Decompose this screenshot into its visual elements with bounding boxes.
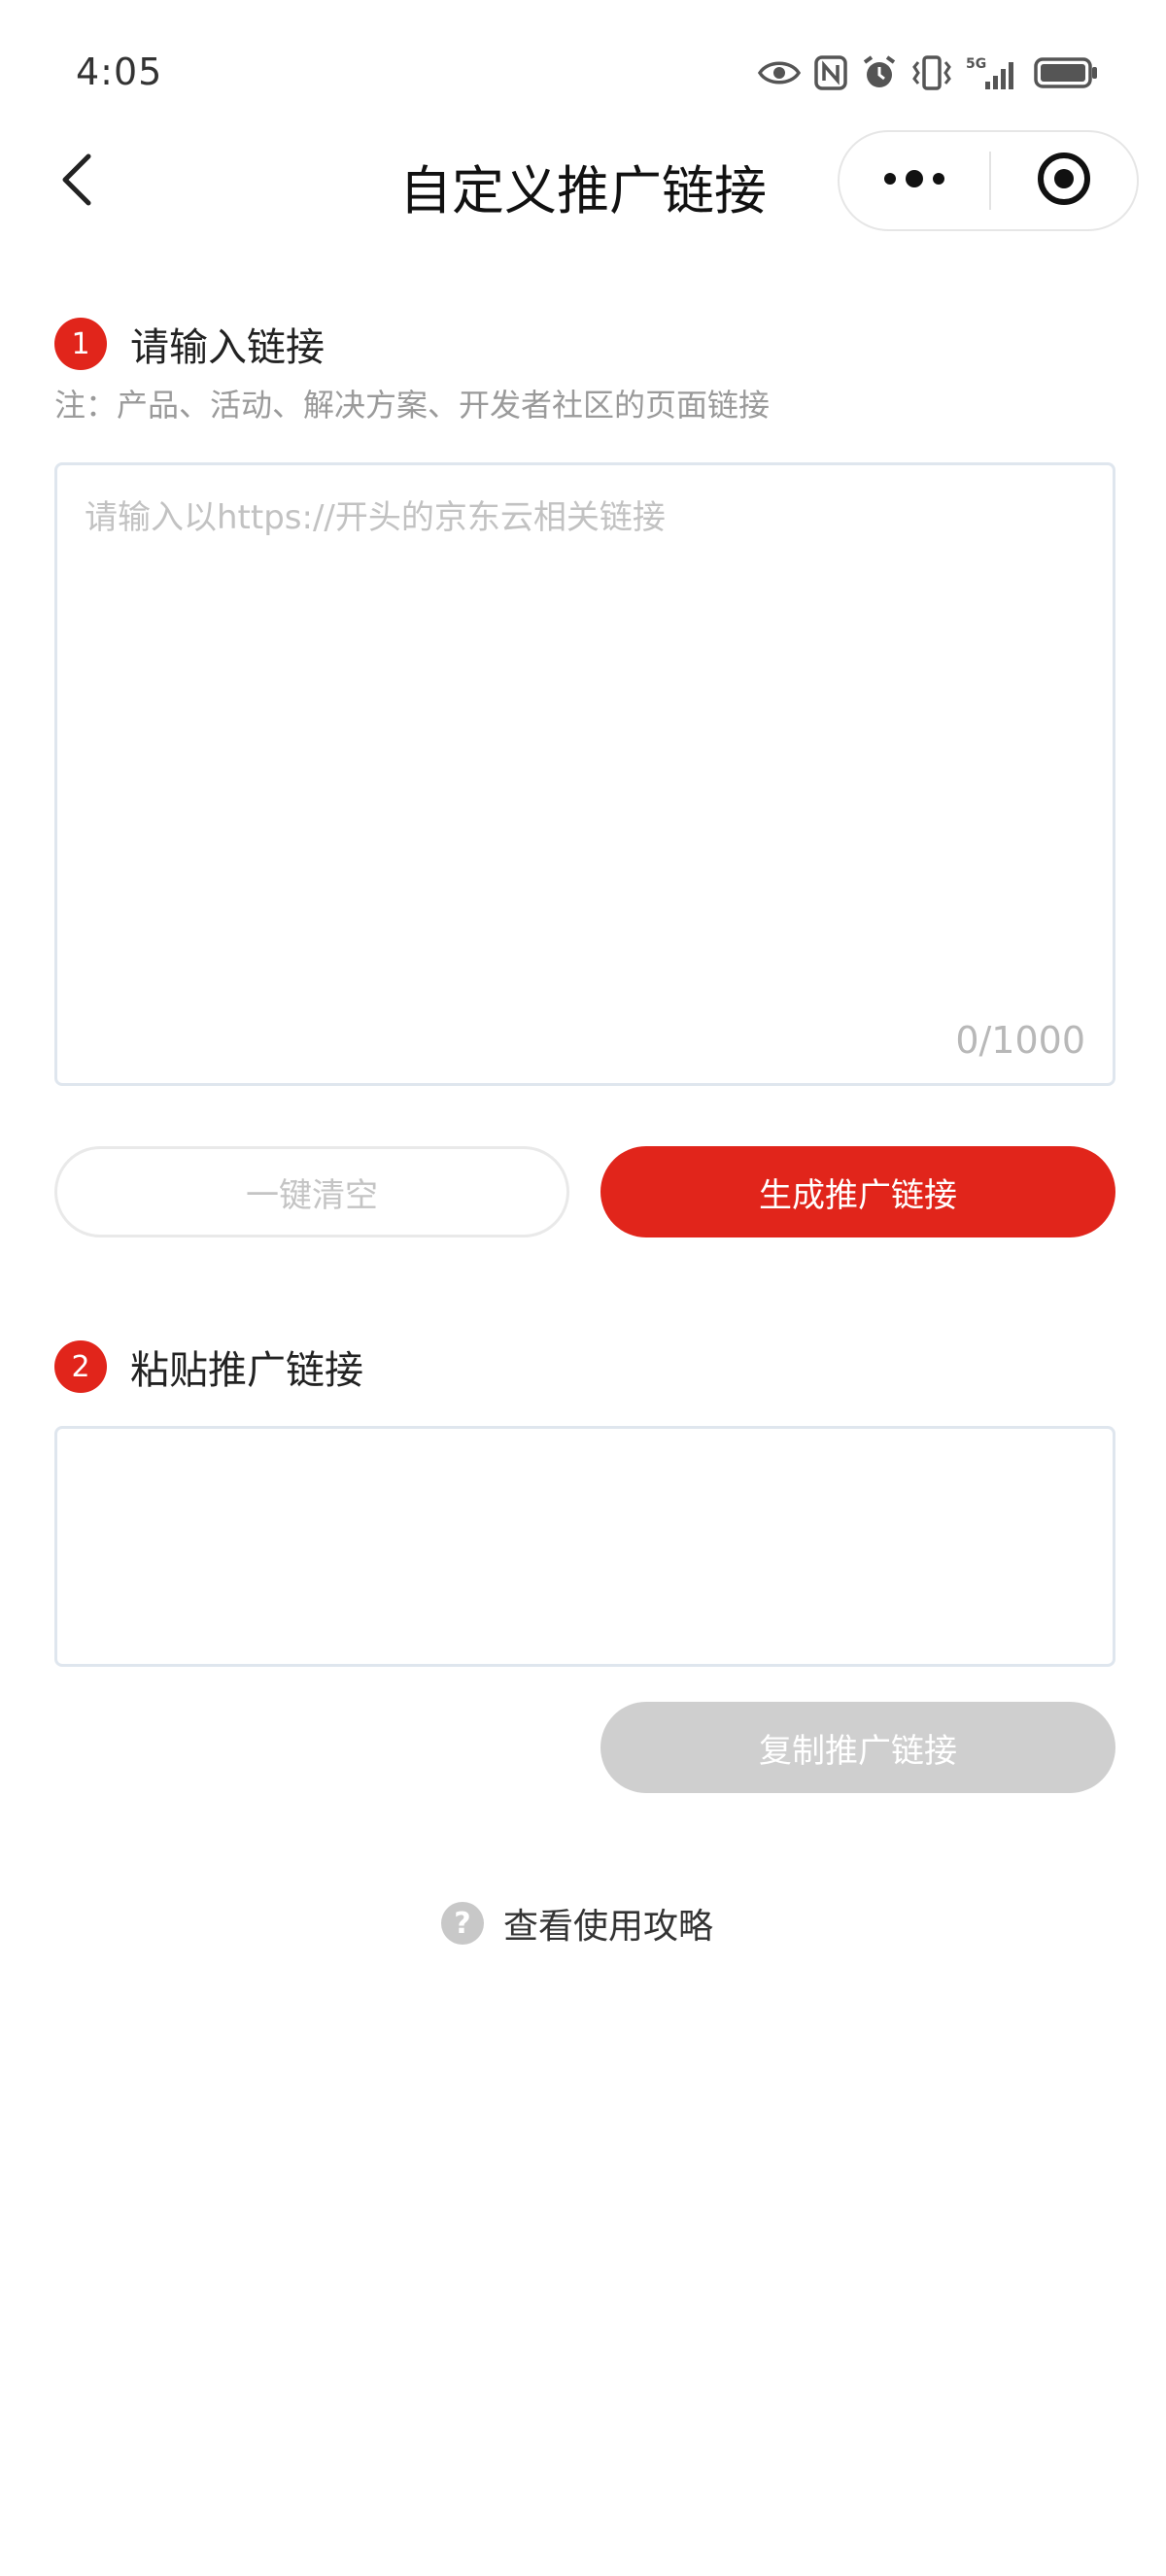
step2-badge: 2	[54, 1340, 107, 1393]
eye-icon	[758, 58, 801, 87]
target-close-icon	[1035, 150, 1093, 212]
mini-program-capsule	[838, 130, 1139, 231]
generate-link-button[interactable]: 生成推广链接	[600, 1146, 1115, 1237]
close-mini-program-button[interactable]	[991, 132, 1137, 229]
link-input[interactable]: 请输入以https://开头的京东云相关链接 0/1000	[54, 462, 1115, 1086]
nav-bar: 自定义推广链接	[0, 126, 1166, 233]
promo-link-output[interactable]	[54, 1426, 1115, 1667]
alarm-icon	[861, 54, 898, 91]
vibrate-icon	[911, 54, 952, 91]
step1-note: 注：产品、活动、解决方案、开发者社区的页面链接	[54, 387, 771, 424]
copy-link-button[interactable]: 复制推广链接	[600, 1702, 1115, 1793]
usage-guide-link[interactable]: ? 查看使用攻略	[441, 1898, 713, 1949]
step1-badge: 1	[54, 318, 107, 370]
more-button[interactable]	[840, 132, 989, 229]
signal-5g-icon: 5G	[966, 54, 1020, 91]
battery-icon	[1034, 56, 1098, 89]
step1-header: 1 请输入链接	[54, 316, 325, 372]
status-bar: 4:05 5G	[0, 0, 1166, 146]
network-label: 5G	[966, 56, 986, 72]
more-dots-icon	[880, 167, 948, 194]
status-time: 4:05	[76, 51, 163, 93]
status-icons: 5G	[758, 49, 1098, 97]
step2-header: 2 粘贴推广链接	[54, 1339, 363, 1395]
usage-guide-label: 查看使用攻略	[503, 1907, 714, 1947]
link-input-placeholder: 请输入以https://开头的京东云相关链接	[85, 498, 666, 537]
page-title-text: 自定义推广链接	[399, 160, 767, 221]
clear-button[interactable]: 一键清空	[54, 1146, 569, 1237]
char-counter: 0/1000	[955, 1019, 1085, 1062]
nfc-icon	[814, 55, 847, 90]
step1-title: 请输入链接	[130, 325, 325, 370]
step2-title: 粘贴推广链接	[130, 1348, 363, 1393]
question-icon: ?	[441, 1902, 484, 1945]
